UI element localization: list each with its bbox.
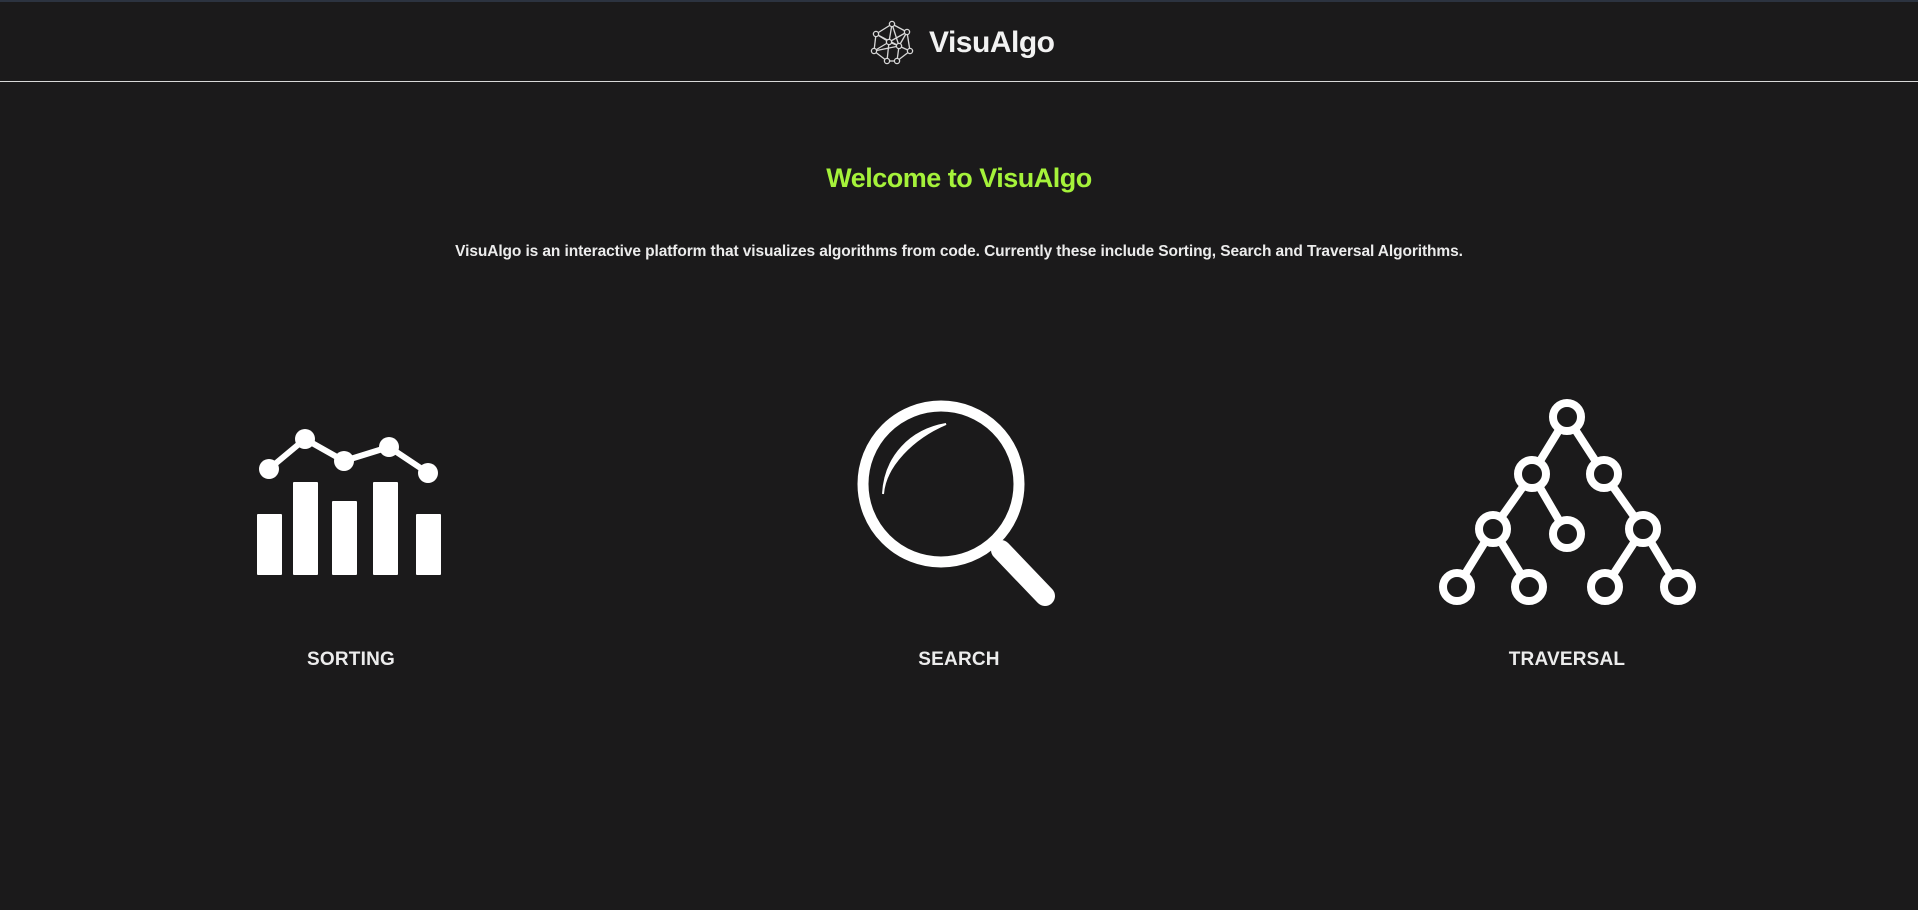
traversal-label: TRAVERSAL xyxy=(1508,649,1626,670)
sorting-label: SORTING xyxy=(307,649,395,670)
bar-chart-icon xyxy=(191,390,511,620)
brand-name: VisuAlgo xyxy=(929,26,1055,59)
welcome-title: Welcome to VisuAlgo xyxy=(826,163,1092,193)
search-label: SEARCH xyxy=(918,649,1000,670)
traversal-card[interactable]: TRAVERSAL xyxy=(1407,390,1727,680)
tree-icon xyxy=(1407,390,1727,620)
sorting-card[interactable]: SORTING xyxy=(191,390,511,680)
search-card[interactable]: SEARCH xyxy=(799,390,1119,680)
intro-text: VisuAlgo is an interactive platform that… xyxy=(455,243,1463,260)
magnifier-icon xyxy=(799,390,1119,620)
top-navbar: VisuAlgo xyxy=(0,0,1918,82)
brand-home-link[interactable]: VisuAlgo xyxy=(869,20,1055,66)
network-graph-icon xyxy=(869,20,915,66)
